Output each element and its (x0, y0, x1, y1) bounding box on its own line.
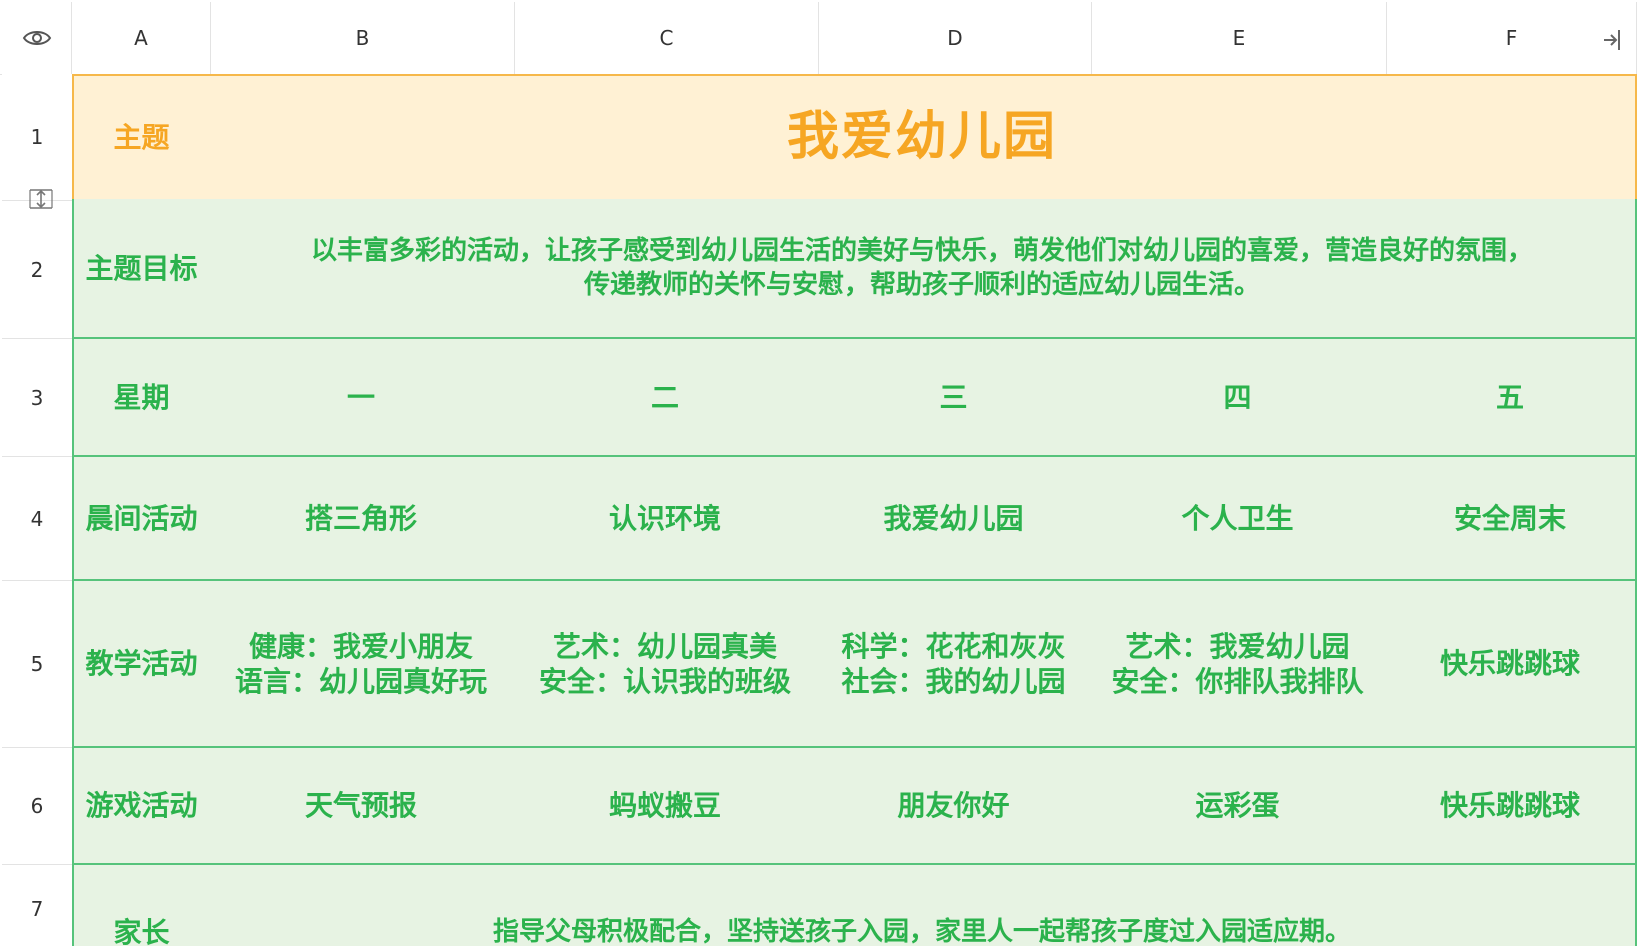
column-header-c[interactable]: C (515, 2, 819, 74)
cell-d3[interactable]: 三 (817, 339, 1092, 457)
collapse-panel-icon[interactable] (1600, 26, 1624, 54)
morning-activity-mon: 搭三角形 (304, 501, 417, 535)
cell-a3-weekday-label[interactable]: 星期 (72, 339, 211, 457)
cell-d5[interactable]: 科学：花花和灰灰 社会：我的幼儿园 (817, 581, 1092, 748)
row-header-7[interactable]: 7 (2, 865, 72, 952)
sheet-bottom-edge (0, 946, 1640, 952)
column-header-e[interactable]: E (1092, 2, 1387, 74)
cell-b3[interactable]: 一 (209, 339, 515, 457)
cell-f6[interactable]: 快乐跳跳球 (1385, 748, 1637, 865)
cell-b6[interactable]: 天气预报 (209, 748, 515, 865)
weekday-label: 星期 (113, 380, 170, 414)
column-header-b[interactable]: B (211, 2, 515, 74)
row-header-6[interactable]: 6 (2, 748, 72, 865)
teaching-activity-wed: 科学：花花和灰灰 社会：我的幼儿园 (841, 629, 1066, 698)
morning-activity-wed: 我爱幼儿园 (883, 501, 1024, 535)
weekday-mon: 一 (346, 380, 375, 414)
cell-c6[interactable]: 蚂蚁搬豆 (513, 748, 819, 865)
game-activity-wed: 朋友你好 (897, 789, 1010, 822)
cell-e5[interactable]: 艺术：我爱幼儿园 安全：你排队我排队 (1090, 581, 1387, 748)
cell-f3[interactable]: 五 (1385, 339, 1637, 457)
row-header-3[interactable]: 3 (2, 339, 72, 457)
parent-label: 家长 (113, 916, 170, 949)
cell-c3[interactable]: 二 (513, 339, 819, 457)
spreadsheet-view: A B C D E F 1 2 3 4 5 6 7 主题 我爱幼儿园 主题目标 … (0, 0, 1640, 952)
row-header-2[interactable]: 2 (2, 201, 72, 339)
teaching-activity-tue: 艺术：幼儿园真美 安全：认识我的班级 (538, 629, 791, 698)
weekday-fri: 五 (1495, 380, 1524, 414)
cell-f5[interactable]: 快乐跳跳球 (1385, 581, 1637, 748)
weekday-tue: 二 (650, 380, 679, 414)
morning-activity-thu: 个人卫生 (1181, 501, 1294, 535)
row-header-5[interactable]: 5 (2, 581, 72, 748)
weekday-wed: 三 (939, 380, 968, 414)
cell-e4[interactable]: 个人卫生 (1090, 457, 1387, 581)
teaching-activity-fri: 快乐跳跳球 (1439, 647, 1580, 680)
cell-a2-goal-label[interactable]: 主题目标 (72, 199, 211, 339)
cell-d6[interactable]: 朋友你好 (817, 748, 1092, 865)
theme-title: 我爱幼儿园 (786, 107, 1057, 167)
cell-a1-theme-label[interactable]: 主题 (72, 74, 211, 201)
morning-activity-fri: 安全周末 (1453, 501, 1566, 535)
column-header-a[interactable]: A (72, 2, 211, 74)
cell-c4[interactable]: 认识环境 (513, 457, 819, 581)
game-activity-label: 游戏活动 (85, 789, 198, 822)
column-header-d[interactable]: D (819, 2, 1092, 74)
goal-text: 以丰富多彩的活动，让孩子感受到幼儿园生活的美好与快乐，萌发他们对幼儿园的喜爱，营… (310, 236, 1533, 300)
row-header-4[interactable]: 4 (2, 457, 72, 581)
cell-c5[interactable]: 艺术：幼儿园真美 安全：认识我的班级 (513, 581, 819, 748)
parent-text: 指导父母积极配合，坚持送孩子入园，家里人一起帮孩子度过入园适应期。 (492, 917, 1351, 947)
goal-label: 主题目标 (85, 251, 198, 285)
game-activity-thu: 运彩蛋 (1195, 789, 1280, 822)
teaching-activity-thu: 艺术：我爱幼儿园 安全：你排队我排队 (1111, 629, 1364, 698)
game-activity-tue: 蚂蚁搬豆 (608, 789, 721, 822)
morning-activity-tue: 认识环境 (608, 501, 721, 535)
teaching-activity-label: 教学活动 (85, 647, 198, 680)
eye-icon[interactable] (2, 2, 72, 74)
cell-a7-parent-label[interactable]: 家长 (72, 865, 211, 952)
theme-label: 主题 (113, 121, 170, 154)
cell-b2-goal-text[interactable]: 以丰富多彩的活动，让孩子感受到幼儿园生活的美好与快乐，萌发他们对幼儿园的喜爱，营… (209, 199, 1637, 339)
row-resize-icon[interactable] (26, 186, 56, 212)
game-activity-mon: 天气预报 (304, 789, 417, 822)
cell-a6-game-label[interactable]: 游戏活动 (72, 748, 211, 865)
cell-b7-parent-text[interactable]: 指导父母积极配合，坚持送孩子入园，家里人一起帮孩子度过入园适应期。 (209, 865, 1637, 952)
morning-activity-label: 晨间活动 (85, 501, 198, 535)
cell-b1-theme-title[interactable]: 我爱幼儿园 (209, 74, 1637, 201)
cell-b5[interactable]: 健康：我爱小朋友 语言：幼儿园真好玩 (209, 581, 515, 748)
weekday-thu: 四 (1223, 380, 1252, 414)
cell-e6[interactable]: 运彩蛋 (1090, 748, 1387, 865)
row-header-1[interactable]: 1 (2, 74, 72, 201)
teaching-activity-mon: 健康：我爱小朋友 语言：幼儿园真好玩 (234, 629, 487, 698)
cell-f4[interactable]: 安全周末 (1385, 457, 1637, 581)
game-activity-fri: 快乐跳跳球 (1439, 789, 1580, 822)
cell-a5-teaching-label[interactable]: 教学活动 (72, 581, 211, 748)
cell-a4-morning-label[interactable]: 晨间活动 (72, 457, 211, 581)
cell-b4[interactable]: 搭三角形 (209, 457, 515, 581)
cell-d4[interactable]: 我爱幼儿园 (817, 457, 1092, 581)
cell-e3[interactable]: 四 (1090, 339, 1387, 457)
